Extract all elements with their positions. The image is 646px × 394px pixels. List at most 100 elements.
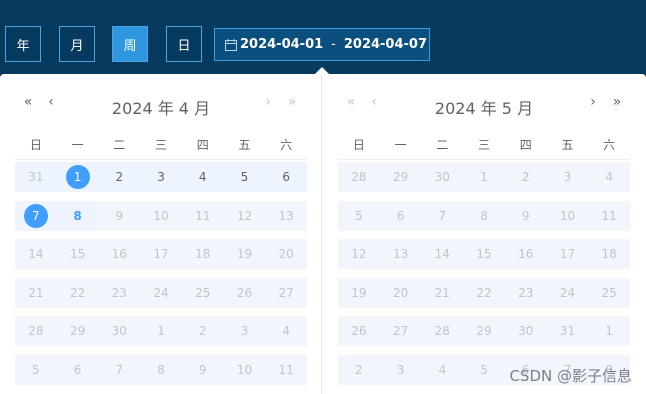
day-cell[interactable]: 6 bbox=[57, 355, 99, 385]
day-cell[interactable]: 2 bbox=[505, 162, 547, 192]
day-cell[interactable]: 3 bbox=[140, 162, 182, 192]
day-cell[interactable]: 26 bbox=[338, 316, 380, 346]
week-row[interactable]: 14 15 16 17 18 19 20 bbox=[15, 239, 307, 269]
week-row[interactable]: 21 22 23 24 25 26 27 bbox=[15, 278, 307, 308]
day-cell[interactable]: 4 bbox=[265, 316, 307, 346]
day-cell[interactable]: 3 bbox=[224, 316, 266, 346]
day-cell[interactable]: 25 bbox=[588, 278, 630, 308]
date-range-input[interactable]: 2024-04-01 - 2024-04-07 bbox=[214, 28, 430, 61]
day-cell[interactable]: 26 bbox=[224, 278, 266, 308]
day-cell[interactable]: 5 bbox=[224, 162, 266, 192]
day-cell[interactable]: 12 bbox=[224, 201, 266, 231]
day-cell[interactable]: 27 bbox=[380, 316, 422, 346]
day-cell[interactable]: 13 bbox=[380, 239, 422, 269]
day-cell[interactable]: 16 bbox=[505, 239, 547, 269]
day-cell[interactable]: 27 bbox=[265, 278, 307, 308]
week-row[interactable]: 7 8 9 10 11 12 13 bbox=[15, 201, 307, 231]
day-cell[interactable]: 20 bbox=[265, 239, 307, 269]
day-cell[interactable]: 28 bbox=[421, 316, 463, 346]
day-cell[interactable]: 4 bbox=[588, 162, 630, 192]
day-cell[interactable]: 30 bbox=[98, 316, 140, 346]
day-cell[interactable]: 1 bbox=[463, 162, 505, 192]
day-cell[interactable]: 25 bbox=[182, 278, 224, 308]
day-cell[interactable]: 17 bbox=[547, 239, 589, 269]
day-cell[interactable]: 24 bbox=[140, 278, 182, 308]
day-cell[interactable]: 7 bbox=[98, 355, 140, 385]
day-cell[interactable]: 19 bbox=[224, 239, 266, 269]
day-cell[interactable]: 7 bbox=[421, 201, 463, 231]
week-row[interactable]: 28 29 30 1 2 3 4 bbox=[15, 316, 307, 346]
day-cell[interactable]: 9 bbox=[505, 201, 547, 231]
week-row[interactable]: 19 20 21 22 23 24 25 bbox=[338, 278, 630, 308]
day-cell[interactable]: 29 bbox=[463, 316, 505, 346]
day-cell[interactable]: 31 bbox=[15, 162, 57, 192]
day-cell[interactable]: 23 bbox=[98, 278, 140, 308]
day-cell[interactable]: 17 bbox=[140, 239, 182, 269]
day-cell[interactable]: 7 bbox=[15, 201, 57, 231]
day-cell[interactable]: 6 bbox=[265, 162, 307, 192]
day-cell[interactable]: 4 bbox=[421, 355, 463, 385]
day-cell[interactable]: 8 bbox=[463, 201, 505, 231]
mode-month-button[interactable]: 月 bbox=[59, 26, 95, 62]
day-cell[interactable]: 2 bbox=[338, 355, 380, 385]
day-cell[interactable]: 28 bbox=[15, 316, 57, 346]
day-cell[interactable]: 13 bbox=[265, 201, 307, 231]
day-cell[interactable]: 5 bbox=[15, 355, 57, 385]
day-cell[interactable]: 16 bbox=[98, 239, 140, 269]
day-cell[interactable]: 10 bbox=[224, 355, 266, 385]
day-cell[interactable]: 5 bbox=[463, 355, 505, 385]
day-cell[interactable]: 10 bbox=[140, 201, 182, 231]
day-cell[interactable]: 3 bbox=[380, 355, 422, 385]
day-cell[interactable]: 1 bbox=[140, 316, 182, 346]
day-cell[interactable]: 22 bbox=[463, 278, 505, 308]
day-cell[interactable]: 2 bbox=[98, 162, 140, 192]
day-cell[interactable]: 8 bbox=[57, 201, 99, 231]
week-row[interactable]: 26 27 28 29 30 31 1 bbox=[338, 316, 630, 346]
day-cell[interactable]: 18 bbox=[588, 239, 630, 269]
day-cell[interactable]: 11 bbox=[265, 355, 307, 385]
week-row[interactable]: 28 29 30 1 2 3 4 bbox=[338, 162, 630, 192]
week-row[interactable]: 5 6 7 8 9 10 11 bbox=[15, 355, 307, 385]
day-cell[interactable]: 14 bbox=[15, 239, 57, 269]
day-cell[interactable]: 8 bbox=[140, 355, 182, 385]
week-row[interactable]: 12 13 14 15 16 17 18 bbox=[338, 239, 630, 269]
day-cell[interactable]: 1 bbox=[588, 316, 630, 346]
day-cell[interactable]: 30 bbox=[505, 316, 547, 346]
day-cell[interactable]: 3 bbox=[547, 162, 589, 192]
day-cell[interactable]: 29 bbox=[57, 316, 99, 346]
day-cell[interactable]: 23 bbox=[505, 278, 547, 308]
day-cell[interactable]: 1 bbox=[57, 162, 99, 192]
week-row[interactable]: 5 6 7 8 9 10 11 bbox=[338, 201, 630, 231]
day-cell[interactable]: 15 bbox=[463, 239, 505, 269]
day-cell[interactable]: 18 bbox=[182, 239, 224, 269]
day-cell[interactable]: 9 bbox=[98, 201, 140, 231]
day-cell[interactable]: 10 bbox=[547, 201, 589, 231]
day-cell[interactable]: 12 bbox=[338, 239, 380, 269]
mode-year-button[interactable]: 年 bbox=[5, 26, 41, 62]
day-cell[interactable]: 14 bbox=[421, 239, 463, 269]
day-cell[interactable]: 9 bbox=[182, 355, 224, 385]
panel-header: « ‹ 2024 年 4 月 › » bbox=[15, 74, 307, 136]
day-cell[interactable]: 28 bbox=[338, 162, 380, 192]
mode-day-button[interactable]: 日 bbox=[166, 26, 202, 62]
mode-week-button[interactable]: 周 bbox=[112, 26, 148, 62]
day-cell[interactable]: 31 bbox=[547, 316, 589, 346]
week-row[interactable]: 31 1 2 3 4 5 6 bbox=[15, 162, 307, 192]
day-cell[interactable]: 21 bbox=[15, 278, 57, 308]
day-cell[interactable]: 19 bbox=[338, 278, 380, 308]
day-cell[interactable]: 11 bbox=[588, 201, 630, 231]
day-cell[interactable]: 24 bbox=[547, 278, 589, 308]
day-cell[interactable]: 30 bbox=[421, 162, 463, 192]
day-cell[interactable]: 21 bbox=[421, 278, 463, 308]
day-cell[interactable]: 11 bbox=[182, 201, 224, 231]
day-cell[interactable]: 2 bbox=[182, 316, 224, 346]
day-cell[interactable]: 5 bbox=[338, 201, 380, 231]
day-cell[interactable]: 20 bbox=[380, 278, 422, 308]
day-cell[interactable]: 29 bbox=[380, 162, 422, 192]
day-cell[interactable]: 6 bbox=[380, 201, 422, 231]
next-month-icon[interactable]: › bbox=[585, 94, 601, 110]
day-cell[interactable]: 15 bbox=[57, 239, 99, 269]
day-cell[interactable]: 22 bbox=[57, 278, 99, 308]
day-cell[interactable]: 4 bbox=[182, 162, 224, 192]
next-year-icon[interactable]: » bbox=[609, 94, 625, 110]
